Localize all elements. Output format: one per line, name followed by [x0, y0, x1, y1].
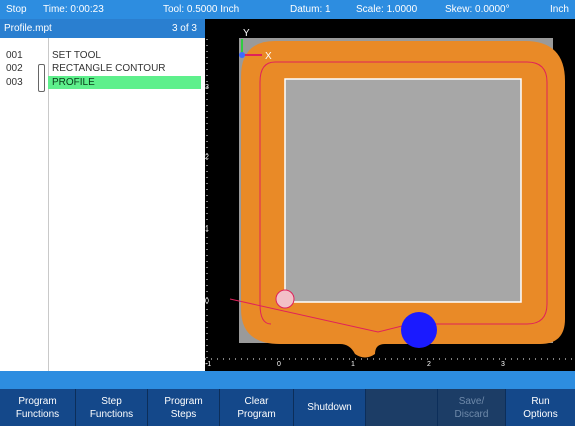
step-label: SET TOOL	[52, 50, 101, 61]
step-label: PROFILE	[52, 77, 95, 88]
message-strip	[0, 371, 575, 389]
x-tick-label: 2	[427, 361, 431, 368]
program-filename: Profile.mpt	[4, 23, 52, 34]
softkey-label: Shutdown	[307, 402, 352, 413]
skew-readout: Skew: 0.0000°	[445, 4, 510, 15]
step-position: 3 of 3	[171, 23, 197, 34]
x-tick-label: 3	[501, 361, 505, 368]
save-discard-button[interactable]: Save/ Discard	[438, 389, 506, 426]
x-tick-label: 0	[277, 361, 281, 368]
program-header: Profile.mpt 3 of 3	[0, 19, 205, 38]
run-mode: Stop	[6, 4, 27, 15]
shutdown-button[interactable]: Shutdown	[294, 389, 366, 426]
step-functions-button[interactable]: Step Functions	[76, 389, 148, 426]
softkey-bar: Program Functions Step Functions Program…	[0, 389, 575, 426]
tool-size: Tool: 0.5000 Inch	[163, 4, 240, 15]
clear-program-button[interactable]: Clear Program	[220, 389, 294, 426]
x-tick-label: -1	[205, 361, 211, 368]
run-options-button[interactable]: Run Options	[506, 389, 575, 426]
blank-softkey[interactable]	[366, 389, 438, 426]
x-axis-label: X	[265, 51, 272, 62]
softkey-label: Save/ Discard	[454, 395, 489, 420]
program-step-list: Profile.mpt 3 of 3 001 SET TOOL 002 RECT…	[0, 19, 205, 371]
units-readout: Inch	[550, 4, 569, 15]
status-bar: Stop Time: 0:00:23 Tool: 0.5000 Inch Dat…	[0, 0, 575, 19]
softkey-label: Program Functions	[15, 395, 60, 420]
y-tick-label: 0	[205, 298, 209, 305]
toolpath-graphic[interactable]: Y X 3 2 1 0 -1 0 1 2 3	[205, 19, 575, 371]
x-ruler: -1 0 1 2 3	[205, 358, 575, 368]
x-tick-label: 1	[351, 361, 355, 368]
step-number: 001	[6, 50, 23, 61]
step-number: 003	[6, 77, 23, 88]
toolpath-svg: Y X 3 2 1 0 -1 0 1 2 3	[205, 28, 575, 368]
part-rectangle	[284, 78, 522, 303]
y-axis-label: Y	[243, 28, 250, 39]
y-tick-label: 1	[205, 226, 209, 233]
datum-readout: Datum: 1	[290, 4, 331, 15]
program-steps-button[interactable]: Program Steps	[148, 389, 220, 426]
y-tick-label: 2	[205, 154, 209, 161]
softkey-label: Run Options	[523, 395, 558, 420]
elapsed-time: Time: 0:00:23	[43, 4, 104, 15]
program-functions-button[interactable]: Program Functions	[0, 389, 76, 426]
step-scroll-handle[interactable]	[38, 64, 45, 92]
scale-readout: Scale: 1.0000	[356, 4, 418, 15]
program-step[interactable]: 001 SET TOOL	[0, 49, 205, 62]
axis-origin	[239, 52, 245, 58]
step-label: RECTANGLE CONTOUR	[52, 63, 166, 74]
y-tick-label: 3	[205, 84, 209, 91]
step-number: 002	[6, 63, 23, 74]
softkey-label: Step Functions	[89, 395, 134, 420]
softkey-label: Program Steps	[164, 395, 203, 420]
y-ruler: 3 2 1 0	[205, 39, 209, 364]
program-step[interactable]: 002 RECTANGLE CONTOUR	[0, 62, 205, 75]
softkey-label: Clear Program	[237, 395, 276, 420]
program-step-selected[interactable]: 003 PROFILE	[0, 76, 205, 89]
tool-position	[401, 312, 437, 348]
start-point-marker	[275, 289, 295, 309]
